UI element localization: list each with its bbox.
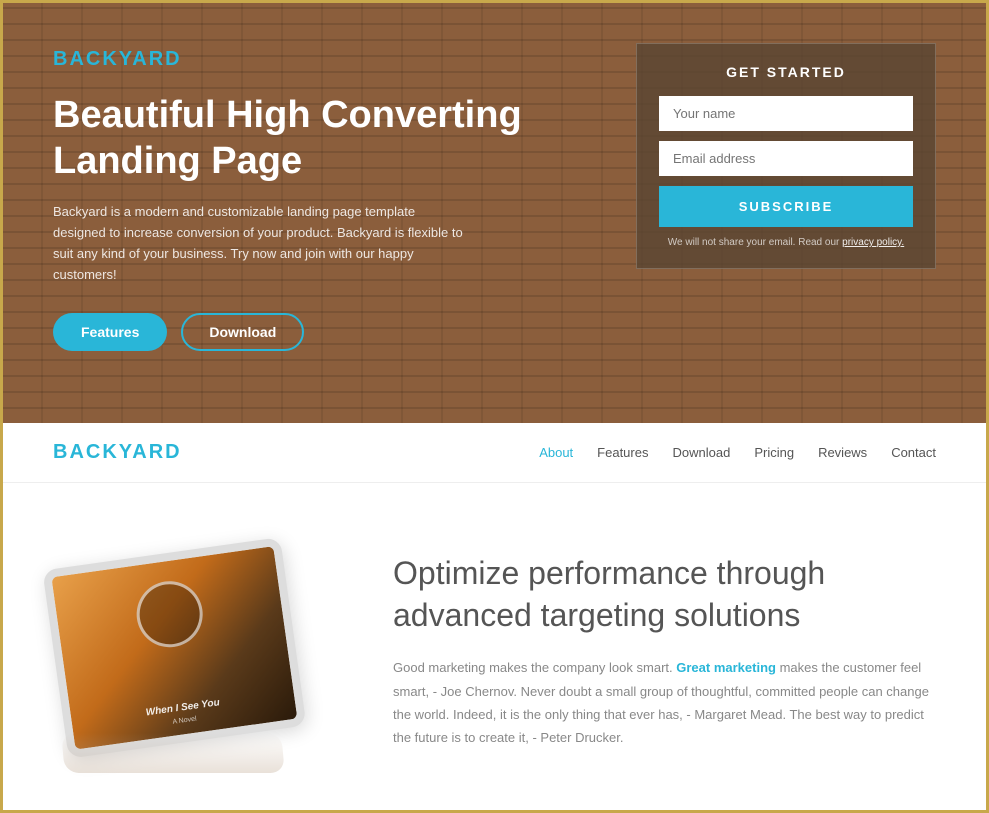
hero-description: Backyard is a modern and customizable la… (53, 202, 463, 285)
subscribe-button[interactable]: SUBSCRIBE (659, 186, 913, 227)
hero-title: Beautiful High Converting Landing Page (53, 93, 596, 184)
nav-link-pricing[interactable]: Pricing (754, 445, 794, 460)
nav-logo-prefix: BACK (53, 441, 119, 463)
logo-prefix: BACK (53, 48, 119, 70)
nav-link-reviews[interactable]: Reviews (818, 445, 867, 460)
tablet-screen: When I See You A Novel (51, 546, 297, 749)
nav-link-contact[interactable]: Contact (891, 445, 936, 460)
nav-link-features[interactable]: Features (597, 445, 648, 460)
logo-suffix: ARD (132, 48, 181, 70)
content-body: Good marketing makes the company look sm… (393, 656, 936, 750)
nav-item-contact[interactable]: Contact (891, 444, 936, 462)
hero-buttons: Features Download (53, 313, 596, 351)
hero-logo: BACKYARD (53, 48, 596, 71)
navbar: BACKYARD About Features Download Pricing… (3, 423, 986, 483)
download-button[interactable]: Download (181, 313, 304, 351)
nav-item-pricing[interactable]: Pricing (754, 444, 794, 462)
nav-item-reviews[interactable]: Reviews (818, 444, 867, 462)
nav-links: About Features Download Pricing Reviews … (539, 444, 936, 462)
nav-item-features[interactable]: Features (597, 444, 648, 462)
tablet-device: When I See You A Novel (42, 537, 306, 759)
nav-logo-highlight: Y (119, 441, 133, 463)
content-body-start: Good marketing makes the company look sm… (393, 660, 673, 675)
nav-logo: BACKYARD (53, 441, 182, 464)
nav-item-download[interactable]: Download (672, 444, 730, 462)
hero-section: BACKYARD Beautiful High Converting Landi… (3, 3, 986, 423)
nav-item-about[interactable]: About (539, 444, 573, 462)
privacy-policy-link[interactable]: privacy policy. (842, 237, 904, 248)
content-section: When I See You A Novel Optimize performa… (3, 483, 986, 810)
logo-highlight: Y (119, 48, 133, 70)
form-disclaimer: We will not share your email. Read our p… (659, 237, 913, 248)
signup-form: GET STARTED SUBSCRIBE We will not share … (636, 43, 936, 269)
features-button[interactable]: Features (53, 313, 167, 351)
tablet-reflection (61, 733, 284, 773)
tablet-image: When I See You A Novel (53, 543, 333, 743)
tablet-visual: When I See You A Novel (53, 543, 313, 743)
form-title: GET STARTED (659, 64, 913, 80)
email-input[interactable] (659, 141, 913, 176)
content-title: Optimize performance through advanced ta… (393, 553, 936, 636)
content-text: Optimize performance through advanced ta… (393, 543, 936, 750)
name-input[interactable] (659, 96, 913, 131)
nav-logo-suffix: ARD (132, 441, 181, 463)
nav-link-about[interactable]: About (539, 445, 573, 460)
nav-link-download[interactable]: Download (672, 445, 730, 460)
hero-left-column: BACKYARD Beautiful High Converting Landi… (53, 33, 596, 351)
great-marketing-link[interactable]: Great marketing (676, 660, 776, 675)
